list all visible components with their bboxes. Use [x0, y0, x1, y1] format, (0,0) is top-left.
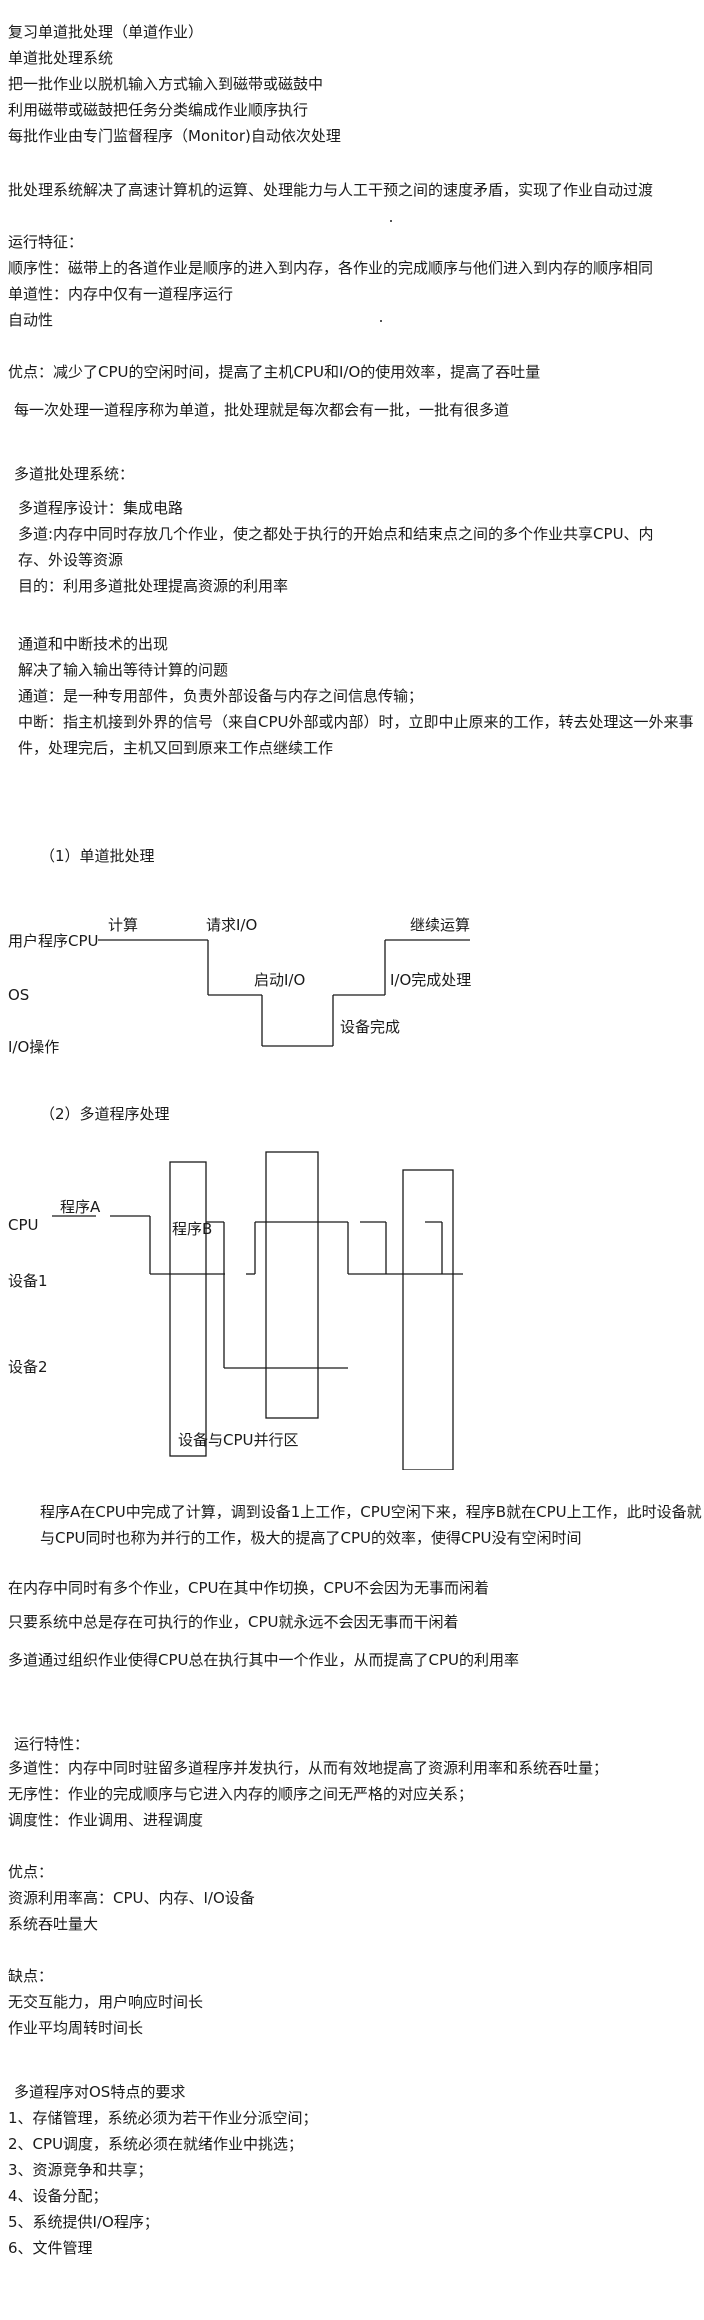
parallel-box-2 — [265, 1151, 319, 1419]
text-line: 件，处理完后，主机又回到原来工作点继续工作 — [18, 739, 334, 757]
text-line: 顺序性：磁带上的各道作业是顺序的进入到内存，各作业的完成顺序与他们进入到内存的顺… — [8, 259, 654, 277]
row-label-io: I/O操作 — [8, 1038, 59, 1056]
diagram1-caption: （1）单道批处理 — [40, 847, 155, 865]
text-line: 多道性：内存中同时驻留多道程序并发执行，从而有效地提高了资源利用率和系统吞吐量； — [8, 1759, 609, 1777]
cons-title: 缺点： — [8, 1967, 54, 1985]
label-parallel-zone: 设备与CPU并行区 — [178, 1431, 299, 1449]
text-line: 只要系统中总是存在可执行的作业，CPU就永远不会因无事而干闲着 — [8, 1613, 459, 1631]
text-line: 多道通过组织作业使得CPU总在执行其中一个作业，从而提高了CPU的利用率 — [8, 1651, 519, 1669]
text-line: 多道程序设计：集成电路 — [18, 499, 184, 517]
text-line: 资源利用率高：CPU、内存、I/O设备 — [8, 1889, 255, 1907]
diagram-multi-programming: CPU 设备1 设备2 程序A 程序B 设备与CPU并行区 — [8, 1151, 463, 1470]
row-label-user-cpu: 用户程序CPU — [8, 932, 99, 950]
text-line: 利用磁带或磁鼓把任务分类编成作业顺序执行 — [8, 101, 309, 119]
stray-dot — [380, 320, 382, 322]
list-item: 1、存储管理，系统必须为若干作业分派空间； — [8, 2109, 318, 2127]
row-label-cpu: CPU — [8, 1216, 39, 1234]
text-line: 通道：是一种专用部件，负责外部设备与内存之间信息传输； — [18, 687, 424, 705]
label-program-a: 程序A — [60, 1198, 101, 1216]
row-label-device2: 设备2 — [8, 1358, 48, 1376]
label-program-b: 程序B — [172, 1220, 212, 1238]
diagram2-timeline — [52, 1151, 463, 1470]
label-device-done: 设备完成 — [340, 1018, 400, 1036]
list-item: 6、文件管理 — [8, 2239, 93, 2257]
label-compute: 计算 — [108, 916, 138, 934]
text-line: 无交互能力，用户响应时间长 — [8, 1993, 204, 2011]
label-io-complete: I/O完成处理 — [390, 971, 471, 989]
features1-title: 运行特征： — [8, 233, 84, 251]
label-request-io: 请求I/O — [206, 916, 257, 934]
summary-line: 批处理系统解决了高速计算机的运算、处理能力与人工干预之间的速度矛盾，实现了作业自… — [8, 181, 654, 199]
text-line: 中断：指主机接到外界的信号（来自CPU外部或内部）时，立即中止原来的工作，转去处… — [18, 713, 694, 731]
text-line: 作业平均周转时间长 — [8, 2019, 144, 2037]
text-line: 存、外设等资源 — [18, 551, 124, 569]
diagram-single-batch: 用户程序CPU OS I/O操作 计算 请求I/O 启动I/O 继续运算 I/O… — [8, 916, 471, 1056]
list-item: 5、系统提供I/O程序； — [8, 2213, 159, 2231]
list-item: 4、设备分配； — [8, 2187, 108, 2205]
requirements-title: 多道程序对OS特点的要求 — [14, 2083, 186, 2101]
parallel-box-3 — [402, 1169, 454, 1470]
text-line: 单道性：内存中仅有一道程序运行 — [8, 285, 234, 303]
stray-dot — [390, 220, 392, 222]
text-line: 通道和中断技术的出现 — [18, 635, 169, 653]
text-line: 程序A在CPU中完成了计算，调到设备1上工作，CPU空闲下来，程序B就在CPU上… — [40, 1503, 702, 1521]
list-item: 3、资源竞争和共享； — [8, 2161, 153, 2179]
text-line: 每批作业由专门监督程序（Monitor)自动依次处理 — [8, 127, 341, 145]
text-line: 无序性：作业的完成顺序与它进入内存的顺序之间无严格的对应关系； — [8, 1785, 474, 1803]
text-line: 解决了输入输出等待计算的问题 — [18, 661, 229, 679]
text-line: 调度性：作业调用、进程调度 — [8, 1811, 204, 1829]
diagram1-timeline — [98, 939, 470, 1047]
row-label-os: OS — [8, 986, 29, 1004]
list-item: 2、CPU调度，系统必须在就绪作业中挑选； — [8, 2135, 304, 2153]
label-continue: 继续运算 — [410, 916, 470, 934]
advantage-line: 优点：减少了CPU的空闲时间，提高了主机CPU和I/O的使用效率，提高了吞吐量 — [8, 363, 541, 381]
pros-title: 优点： — [8, 1863, 54, 1881]
text-line: 系统吞吐量大 — [8, 1915, 99, 1933]
text-line: 在内存中同时有多个作业，CPU在其中作切换，CPU不会因为无事而闲着 — [8, 1579, 489, 1597]
parallel-box-1 — [169, 1161, 207, 1457]
row-label-device1: 设备1 — [8, 1272, 48, 1290]
note-line: 每一次处理一道程序称为单道，批处理就是每次都会有一批，一批有很多道 — [14, 401, 510, 419]
features2-title: 运行特性： — [14, 1735, 90, 1753]
label-start-io: 启动I/O — [254, 971, 305, 989]
diagram2-caption: （2）多道程序处理 — [40, 1105, 170, 1123]
page-title: 复习单道批处理（单道作业） — [8, 23, 204, 41]
multi-title: 多道批处理系统： — [14, 465, 135, 483]
text-line: 单道批处理系统 — [8, 49, 114, 67]
text-line: 自动性 — [8, 311, 54, 329]
text-line: 多道:内存中同时存放几个作业，使之都处于执行的开始点和结束点之间的多个作业共享C… — [18, 525, 654, 543]
text-line: 与CPU同时也称为并行的工作，极大的提高了CPU的效率，使得CPU没有空闲时间 — [40, 1529, 582, 1547]
text-line: 把一批作业以脱机输入方式输入到磁带或磁鼓中 — [8, 75, 324, 93]
text-line: 目的：利用多道批处理提高资源的利用率 — [18, 577, 289, 595]
